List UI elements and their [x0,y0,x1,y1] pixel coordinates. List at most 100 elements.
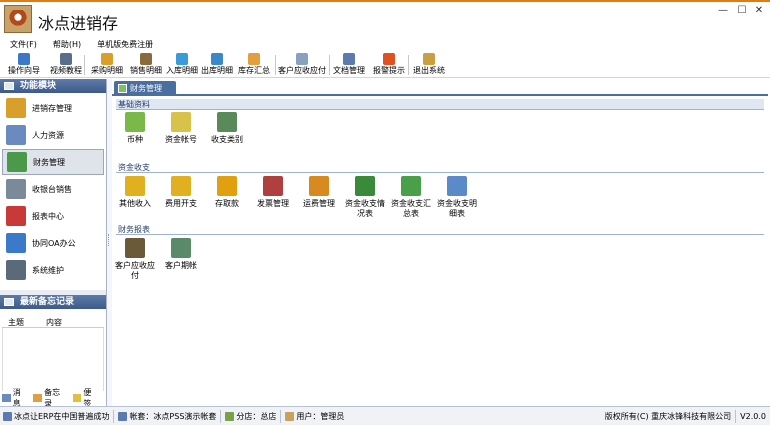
status-label: 分店：总店 [236,411,277,421]
alarm-icon [383,53,395,65]
function-item-1-5[interactable]: 资金收支情况表 [342,176,388,219]
module-item-6[interactable]: 系统维护 [2,257,104,283]
module-item-0[interactable]: 进销存管理 [2,95,104,121]
menu-file[interactable]: 文件(F) [0,38,43,52]
function-label: 币种 [127,135,143,144]
memo-footer-button-2[interactable]: 便签 [72,388,99,408]
main-content: 财务管理 基础资料 币种 资金帐号 收支类别 资金收支 其他收入 费用开支 存取款 发票管理 运费… [112,79,768,406]
memo-footer-button-0[interactable]: 消息 [2,388,28,408]
function-item-2-1[interactable]: 客户期帐 [158,238,204,271]
toolbar-button-7[interactable]: 客户应收应付 [278,52,326,78]
oa-icon [6,233,26,253]
function-item-1-1[interactable]: 费用开支 [158,176,204,209]
function-item-2-0[interactable]: 客户应收应付 [112,238,158,281]
freight-icon [309,176,329,196]
video-icon [60,53,72,65]
toolbar-button-10[interactable]: 退出系统 [412,52,446,78]
app-logo-icon [4,5,32,33]
memo-column-subject[interactable]: 主题 [2,317,40,327]
memo-panel-icon [4,298,14,306]
toolbar-button-4[interactable]: 入库明细 [166,52,198,78]
stock-out-icon [211,53,223,65]
function-item-0-1[interactable]: 资金帐号 [158,112,204,145]
function-item-1-7[interactable]: 资金收支明细表 [434,176,480,219]
status-label: 冰点让ERP在中国普遍成功 [14,411,110,421]
toolbar-button-6[interactable]: 库存汇总 [236,52,272,78]
toolbar-label: 视频教程 [50,66,82,75]
module-panel-header: 功能模块 [0,79,106,93]
module-item-2[interactable]: 财务管理 [2,149,104,175]
toolbar-label: 操作向导 [8,66,40,75]
module-item-5[interactable]: 协同OA办公 [2,230,104,256]
module-item-4[interactable]: 报表中心 [2,203,104,229]
module-label: 财务管理 [33,157,65,167]
status-item-2: 分店：总店 [225,411,276,422]
module-item-1[interactable]: 人力资源 [2,122,104,148]
status-right: 版权所有(C) 重庆冰锋科技有限公司 V2.0.0 [604,409,766,423]
maximize-button[interactable]: ☐ [735,5,749,17]
function-item-1-6[interactable]: 资金收支汇总表 [388,176,434,219]
module-item-3[interactable]: 收银台销售 [2,176,104,202]
menu-bar: 文件(F) 帮助(H) 单机版免费注册 [0,38,770,52]
function-item-0-0[interactable]: 币种 [112,112,158,145]
tab-finance[interactable]: 财务管理 [114,81,176,96]
module-label: 报表中心 [32,211,64,221]
section-divider [116,109,764,110]
version-text: V2.0.0 [740,411,766,421]
function-item-1-2[interactable]: 存取款 [204,176,250,209]
memo-list[interactable] [2,328,104,391]
function-label: 资金收支汇总表 [391,199,431,218]
toolbar-button-8[interactable]: 文档管理 [332,52,366,78]
receivable-icon [296,53,308,65]
toolbar-button-3[interactable]: 销售明细 [128,52,164,78]
function-label: 费用开支 [165,199,197,208]
inventory-icon [248,53,260,65]
status-label: 用户：管理员 [296,411,345,421]
toolbar-button-2[interactable]: 采购明细 [88,52,126,78]
hr-icon [6,125,26,145]
toolbar-button-0[interactable]: 操作向导 [4,52,44,78]
function-item-1-0[interactable]: 其他收入 [112,176,158,209]
function-label: 收支类别 [211,135,243,144]
tab-label: 财务管理 [130,84,162,93]
user-icon [285,411,295,421]
memo-panel-title: 最新备忘记录 [20,297,75,307]
toolbar-button-1[interactable]: 视频教程 [46,52,86,78]
function-label: 客户应收应付 [115,261,155,280]
function-item-0-2[interactable]: 收支类别 [204,112,250,145]
section-divider [116,234,764,235]
copyright-text: 版权所有(C) 重庆冰锋科技有限公司 [604,411,732,421]
ledger-icon [118,411,128,421]
status-item-3: 用户：管理员 [285,411,344,422]
status-separator [735,409,737,423]
module-label: 协同OA办公 [32,238,76,248]
toolbar-label: 采购明细 [91,66,123,75]
memo-footer-button-1[interactable]: 备忘录 [33,388,67,408]
memo-column-content[interactable]: 内容 [40,317,62,327]
store-icon [225,411,235,421]
wizard-icon [18,53,30,65]
status-item-0: 冰点让ERP在中国普遍成功 [3,411,109,422]
status-item-1: 帐套：冰点PSS演示帐套 [118,411,216,422]
function-label: 资金收支情况表 [345,199,385,218]
fund-status-icon [355,176,375,196]
function-label: 运费管理 [303,199,335,208]
inventory-module-icon [6,98,26,118]
toolbar-label: 入库明细 [166,66,198,75]
memo-table-header: 主题 内容 [2,317,104,328]
exit-icon [423,53,435,65]
menu-register[interactable]: 单机版免费注册 [87,38,159,52]
toolbar-button-5[interactable]: 出库明细 [200,52,234,78]
minimize-button[interactable]: — [716,5,730,17]
module-label: 人力资源 [32,130,64,140]
yen-icon [125,112,145,132]
section-header-0: 基础资料 [116,99,764,110]
sales-icon [140,53,152,65]
toolbar-button-9[interactable]: 报警提示 [370,52,408,78]
function-item-1-3[interactable]: 发票管理 [250,176,296,209]
function-item-1-4[interactable]: 运费管理 [296,176,342,209]
tab-bar: 财务管理 [112,79,768,96]
close-button[interactable]: ✕ [752,5,766,17]
status-separator [280,409,282,423]
menu-help[interactable]: 帮助(H) [43,38,87,52]
